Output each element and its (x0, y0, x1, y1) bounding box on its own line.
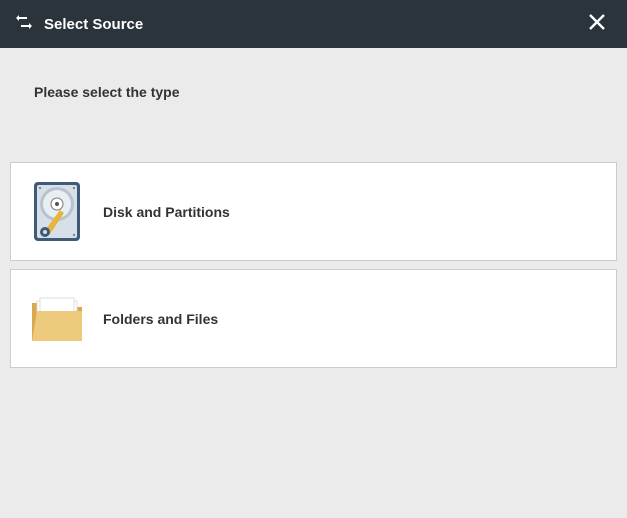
hard-disk-icon (29, 180, 85, 243)
close-icon (588, 13, 606, 36)
close-button[interactable] (581, 8, 613, 40)
option-disk-partitions[interactable]: Disk and Partitions (10, 162, 617, 261)
folder-icon (29, 287, 85, 350)
options-container: Disk and Partitions Folders and Files (0, 162, 627, 368)
dialog-title: Select Source (44, 16, 143, 33)
prompt-text: Please select the type (0, 48, 627, 100)
app-logo-icon (14, 12, 34, 37)
dialog-header: Select Source (0, 0, 627, 48)
option-label: Disk and Partitions (103, 204, 230, 220)
header-left: Select Source (14, 12, 143, 37)
option-label: Folders and Files (103, 311, 218, 327)
option-folders-files[interactable]: Folders and Files (10, 269, 617, 368)
